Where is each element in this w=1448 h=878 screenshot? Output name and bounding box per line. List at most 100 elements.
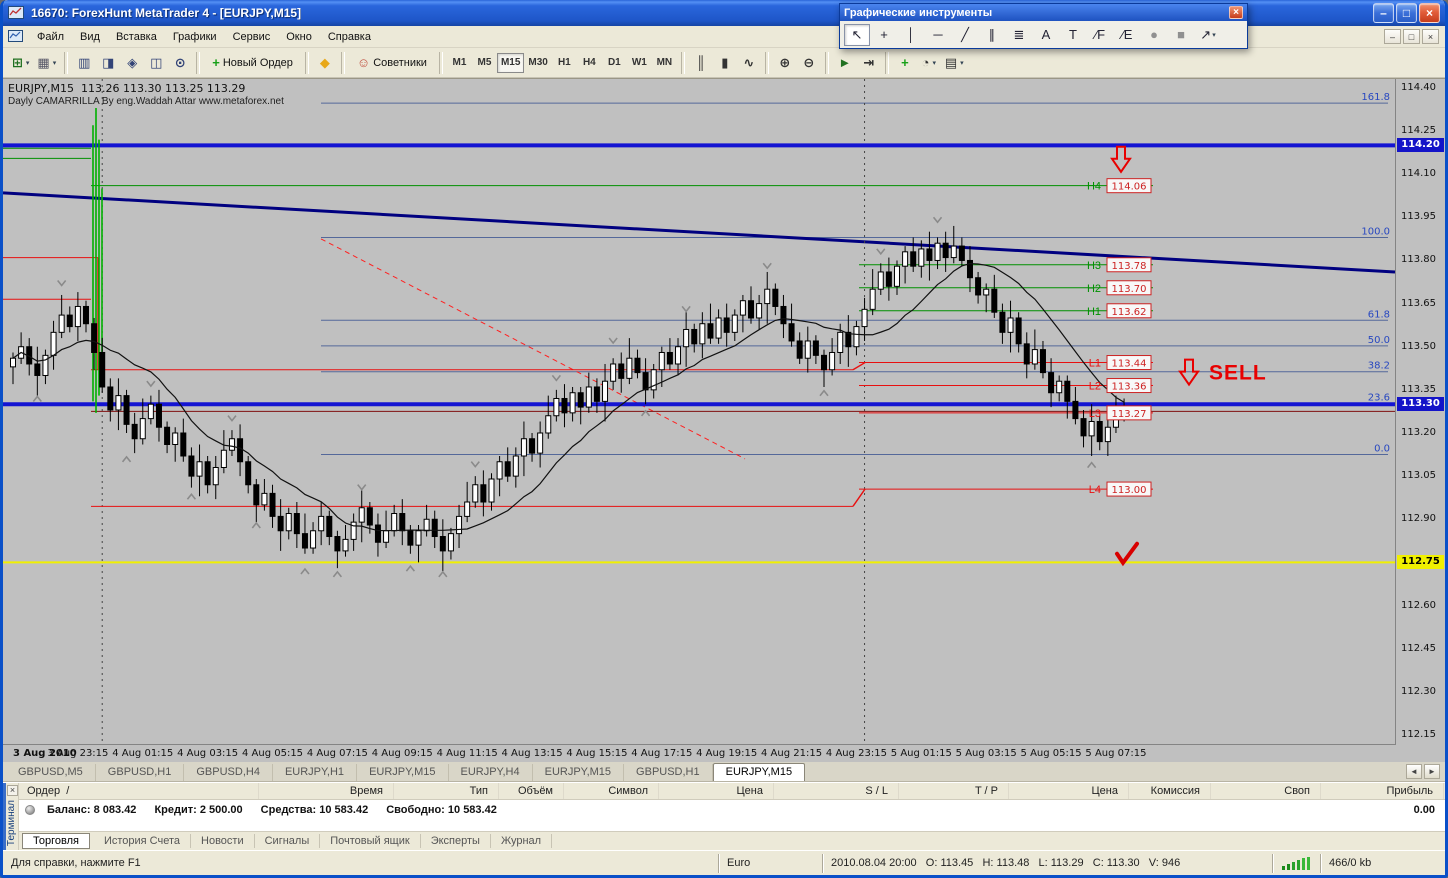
column-header-время[interactable]: Время xyxy=(259,783,394,799)
column-header-объ-м[interactable]: Объём xyxy=(499,783,564,799)
terminal-tab-почтовый-ящик[interactable]: Почтовый ящик xyxy=(320,834,420,848)
crosshair-tool[interactable]: + xyxy=(871,24,897,46)
terminal-tab-новости[interactable]: Новости xyxy=(191,834,255,848)
arrows-tool[interactable]: ↗▾ xyxy=(1195,24,1221,46)
chart-window-minimize-button[interactable]: – xyxy=(1384,29,1401,44)
chart-window-close-button[interactable]: × xyxy=(1422,29,1439,44)
menu-вид[interactable]: Вид xyxy=(72,28,108,46)
text-tool[interactable]: A xyxy=(1033,24,1059,46)
templates-button[interactable]: ▤▾ xyxy=(941,52,968,74)
column-header-символ[interactable]: Символ xyxy=(564,783,659,799)
chart-tab-gbpusd-h1[interactable]: GBPUSD,H1 xyxy=(96,764,185,781)
zoom-in-button[interactable]: ⊕ xyxy=(773,52,797,74)
market-watch-button[interactable]: ▥ xyxy=(72,52,96,74)
indicators-list-button[interactable]: + xyxy=(893,52,917,74)
terminal-tab-эксперты[interactable]: Эксперты xyxy=(421,834,491,848)
chart-tab-gbpusd-m5[interactable]: GBPUSD,M5 xyxy=(6,764,96,781)
price-highlight-113-30[interactable]: 113.30 xyxy=(1397,397,1444,411)
ellipse-tool[interactable]: ● xyxy=(1141,24,1167,46)
chart-area[interactable]: 161.8100.061.850.038.223.60.0H4114.06H31… xyxy=(3,78,1445,762)
menu-вставка[interactable]: Вставка xyxy=(108,28,165,46)
column-header-своп[interactable]: Своп xyxy=(1211,783,1321,799)
menu-сервис[interactable]: Сервис xyxy=(225,28,279,46)
maximize-button[interactable]: □ xyxy=(1396,3,1417,23)
price-tick: 112.45 xyxy=(1401,643,1436,654)
cursor-tool[interactable]: ↖ xyxy=(844,24,870,46)
chart-tab-eurjpy-h1[interactable]: EURJPY,H1 xyxy=(273,764,357,781)
price-axis[interactable]: 114.40114.25114.10113.95113.80113.65113.… xyxy=(1395,79,1445,745)
timeframe-mn-button[interactable]: MN xyxy=(652,53,677,73)
scroll-left-button[interactable]: ◄ xyxy=(1406,764,1422,779)
text-label-tool[interactable]: T xyxy=(1060,24,1086,46)
graphic-tools-titlebar[interactable]: Графические инструменты × xyxy=(840,4,1247,21)
profiles-button[interactable]: ▦▾ xyxy=(33,52,60,74)
candlestick-mode-button[interactable]: ▮ xyxy=(713,52,737,74)
equidistant-channel-tool[interactable]: ∥ xyxy=(979,24,1005,46)
graphic-tools-close-button[interactable]: × xyxy=(1229,6,1243,19)
timeframe-h4-button[interactable]: H4 xyxy=(577,53,602,73)
fibo-expansion-tool[interactable]: ∕E xyxy=(1114,24,1140,46)
timeframe-m15-button[interactable]: M15 xyxy=(497,53,524,73)
menu-справка[interactable]: Справка xyxy=(320,28,379,46)
terminal-side-label[interactable]: Терминал xyxy=(6,800,17,846)
column-header-комиссия[interactable]: Комиссия xyxy=(1129,783,1211,799)
fibo-retracement-tool[interactable]: ≣ xyxy=(1006,24,1032,46)
column-header-s-l[interactable]: S / L xyxy=(774,783,899,799)
expert-advisors-button[interactable]: ☺Советники xyxy=(349,52,435,74)
chart-tab-gbpusd-h4[interactable]: GBPUSD,H4 xyxy=(184,764,273,781)
price-highlight-114-20[interactable]: 114.20 xyxy=(1397,138,1444,152)
terminal-toggle-button[interactable]: ◫ xyxy=(144,52,168,74)
menu-графики[interactable]: Графики xyxy=(165,28,225,46)
menu-файл[interactable]: Файл xyxy=(29,28,72,46)
bar-chart-mode-button[interactable]: ║ xyxy=(689,52,713,74)
price-highlight-112-75[interactable]: 112.75 xyxy=(1397,555,1444,569)
timeframe-w1-button[interactable]: W1 xyxy=(627,53,652,73)
timeframe-m5-button[interactable]: M5 xyxy=(472,53,497,73)
chart-tab-eurjpy-h4[interactable]: EURJPY,H4 xyxy=(449,764,533,781)
terminal-close-button[interactable]: × xyxy=(7,785,18,796)
terminal-tab-сигналы[interactable]: Сигналы xyxy=(255,834,321,848)
chart-tab-gbpusd-h1[interactable]: GBPUSD,H1 xyxy=(624,764,713,781)
zoom-out-button[interactable]: ⊖ xyxy=(797,52,821,74)
time-axis[interactable]: 3 Aug 20103 Aug 23:154 Aug 01:154 Aug 03… xyxy=(3,744,1395,762)
fibo-fan-tool[interactable]: ∕F xyxy=(1087,24,1113,46)
trendline-tool[interactable]: ╱ xyxy=(952,24,978,46)
line-chart-mode-button[interactable]: ∿ xyxy=(737,52,761,74)
horizontal-line-tool[interactable]: ─ xyxy=(925,24,951,46)
new-chart-button[interactable]: ⊞▾ xyxy=(8,52,33,74)
timeframe-m1-button[interactable]: M1 xyxy=(447,53,472,73)
minimize-button[interactable]: – xyxy=(1373,3,1394,23)
rectangle-tool[interactable]: ■ xyxy=(1168,24,1194,46)
new-order-button[interactable]: +Новый Ордер xyxy=(204,52,301,74)
column-header-t-p[interactable]: T / P xyxy=(899,783,1009,799)
column-header-цена[interactable]: Цена xyxy=(659,783,774,799)
expert-advisors-icon: ☺ xyxy=(357,55,370,70)
column-header-ордер[interactable]: Ордер / xyxy=(19,783,259,799)
periods-button[interactable]: ◔▾ xyxy=(917,52,941,74)
column-header-цена[interactable]: Цена xyxy=(1009,783,1129,799)
terminal-tab-история-счета[interactable]: История Счета xyxy=(94,834,191,848)
strategy-tester-button[interactable]: ⊙ xyxy=(168,52,192,74)
chart-tab-eurjpy-m15[interactable]: EURJPY,M15 xyxy=(713,763,805,781)
metaeditor-button[interactable]: ◆ xyxy=(313,52,337,74)
scroll-right-button[interactable]: ► xyxy=(1424,764,1440,779)
timeframe-d1-button[interactable]: D1 xyxy=(602,53,627,73)
timeframe-h1-button[interactable]: H1 xyxy=(552,53,577,73)
chart-tab-eurjpy-m15[interactable]: EURJPY,M15 xyxy=(533,764,624,781)
menu-окно[interactable]: Окно xyxy=(278,28,320,46)
terminal-tab-торговля[interactable]: Торговля xyxy=(22,833,90,849)
chart-window-restore-button[interactable]: □ xyxy=(1403,29,1420,44)
column-header-тип[interactable]: Тип xyxy=(394,783,499,799)
navigator-button[interactable]: ◈ xyxy=(120,52,144,74)
balance-profit: 0.00 xyxy=(1414,804,1445,816)
auto-scroll-button[interactable]: ► xyxy=(833,52,857,74)
terminal-tab-журнал[interactable]: Журнал xyxy=(491,834,552,848)
chart-shift-button[interactable]: ⇥ xyxy=(857,52,881,74)
vertical-line-tool[interactable]: │ xyxy=(898,24,924,46)
chart-tab-eurjpy-m15[interactable]: EURJPY,M15 xyxy=(357,764,448,781)
graphic-tools-window[interactable]: Графические инструменты × ↖+│─╱∥≣AT∕F∕E●… xyxy=(839,3,1248,49)
column-header-прибыль[interactable]: Прибыль xyxy=(1321,783,1444,799)
timeframe-m30-button[interactable]: M30 xyxy=(524,53,551,73)
close-button[interactable]: × xyxy=(1419,3,1440,23)
data-window-button[interactable]: ◨ xyxy=(96,52,120,74)
